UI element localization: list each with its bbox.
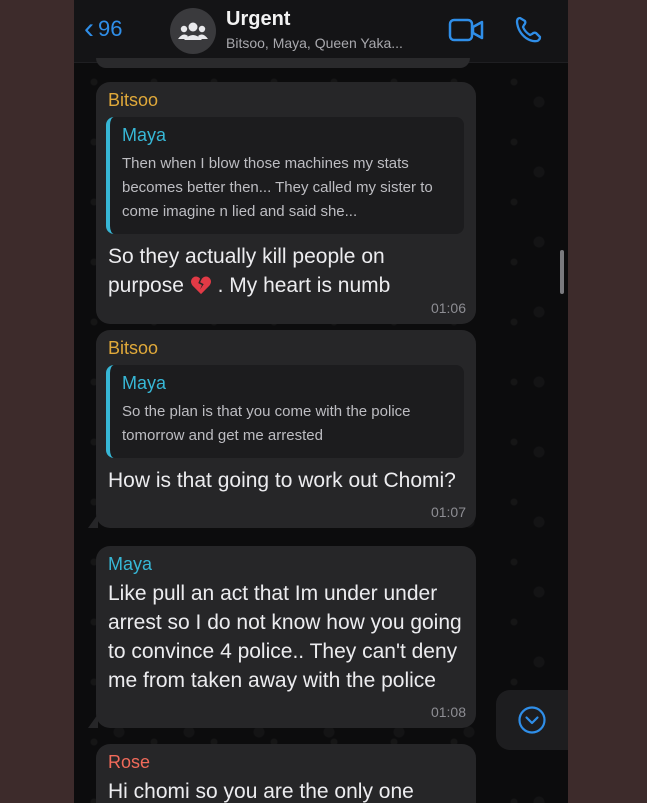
message-bubble[interactable]: Bitsoo Maya Then when I blow those machi… (96, 82, 476, 324)
message-text: Hi chomi so you are the only one (108, 780, 414, 803)
back-button[interactable]: ‹ 96 (84, 14, 122, 44)
message-text: So they actually kill people on purpose … (108, 242, 464, 300)
unread-count: 96 (98, 16, 123, 41)
sender-name: Maya (108, 554, 153, 574)
message-time: 01:08 (430, 704, 466, 720)
chat-participants[interactable]: Bitsoo, Maya, Queen Yaka... (226, 35, 403, 51)
previous-message-edge (96, 58, 470, 68)
quoted-sender: Maya (122, 373, 167, 393)
video-call-icon[interactable] (448, 17, 486, 43)
group-icon (178, 22, 208, 40)
message-time: 01:06 (430, 300, 466, 316)
sender-name: Bitsoo (108, 90, 159, 110)
message-bubble[interactable]: Maya Like pull an act that Im under unde… (88, 546, 476, 728)
sender-name: Rose (108, 752, 151, 772)
chevron-left-icon: ‹ (84, 12, 94, 45)
chat-header: ‹ 96 Urgent Bitsoo, Maya, Queen Yaka... (74, 0, 568, 63)
quoted-message[interactable]: Maya Then when I blow those machines my … (106, 117, 464, 234)
group-avatar[interactable] (170, 8, 216, 54)
scroll-to-bottom-button[interactable] (496, 690, 568, 750)
quoted-message[interactable]: Maya So the plan is that you come with t… (106, 365, 464, 458)
message-text-part: . My heart is numb (217, 274, 391, 297)
chevron-down-circle-icon (518, 706, 546, 734)
quoted-sender: Maya (122, 125, 167, 145)
message-text: Like pull an act that Im under under arr… (108, 582, 462, 692)
phone-icon[interactable] (512, 14, 544, 46)
scroll-indicator[interactable] (560, 250, 564, 294)
message-bubble[interactable]: Rose Hi chomi so you are the only one (96, 744, 476, 803)
message-time: 01:07 (430, 504, 466, 520)
message-bubble[interactable]: Bitsoo Maya So the plan is that you come… (88, 330, 476, 528)
chat-title[interactable]: Urgent (226, 8, 290, 31)
message-text: How is that going to work out Chomi? (108, 469, 456, 492)
broken-heart-icon (190, 276, 211, 295)
quoted-text: Then when I blow those machines my stats… (122, 155, 433, 220)
sender-name: Bitsoo (108, 338, 159, 358)
quoted-text: So the plan is that you come with the po… (122, 403, 411, 444)
phone-screen: ‹ 96 Urgent Bitsoo, Maya, Queen Yaka... … (74, 0, 568, 803)
